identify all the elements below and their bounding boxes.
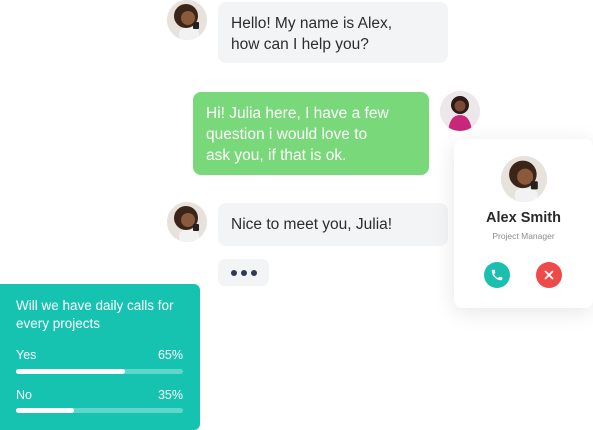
- caller-avatar-image: [501, 156, 547, 202]
- message-line: Hello! My name is Alex,: [231, 15, 393, 32]
- user-avatar-image: [440, 91, 480, 131]
- accept-call-button[interactable]: [484, 262, 510, 288]
- message-line: how can I help you?: [231, 36, 369, 53]
- ellipsis-icon: [240, 269, 247, 276]
- message-line: ask you, if that is ok.: [206, 147, 347, 164]
- poll-card: Will we have daily calls for every proje…: [0, 284, 200, 430]
- poll-option-yes-percent: 65%: [157, 348, 183, 362]
- poll-option-yes-label[interactable]: Yes: [16, 348, 36, 362]
- phone-icon: [491, 269, 503, 281]
- poll-option-yes-fill: [16, 369, 125, 374]
- ellipsis-icon: [250, 269, 257, 276]
- poll-option-yes-bar[interactable]: [16, 369, 183, 374]
- poll-option-no-label[interactable]: No: [16, 388, 32, 402]
- agent-avatar-image: [167, 202, 207, 242]
- close-icon: [544, 270, 554, 280]
- agent-avatar-image: [167, 0, 207, 40]
- decline-call-button[interactable]: [536, 262, 562, 288]
- agent-avatar: [167, 202, 207, 242]
- agent-message: Nice to meet you, Julia!: [218, 203, 448, 246]
- message-line: Hi! Julia here, I have a few: [206, 105, 389, 122]
- message-line: Nice to meet you, Julia!: [231, 216, 393, 233]
- poll-question: Will we have daily calls for every proje…: [16, 298, 174, 331]
- ellipsis-icon: [230, 269, 237, 276]
- caller-role: Project Manager: [492, 231, 555, 241]
- user-avatar: [440, 91, 480, 131]
- poll-option-no-percent: 35%: [157, 388, 183, 402]
- agent-message: Hello! My name is Alex, how can I help y…: [218, 2, 448, 63]
- incoming-call-card: Alex Smith Project Manager: [454, 139, 593, 308]
- user-message: Hi! Julia here, I have a few question i …: [193, 92, 429, 175]
- poll-option-no-fill: [16, 408, 75, 413]
- message-line: question i would love to: [206, 126, 368, 143]
- poll-option-no-bar[interactable]: [16, 408, 183, 413]
- caller-avatar: [501, 156, 547, 202]
- typing-indicator: [218, 259, 269, 286]
- caller-name: Alex Smith: [486, 210, 561, 226]
- agent-avatar: [167, 0, 207, 40]
